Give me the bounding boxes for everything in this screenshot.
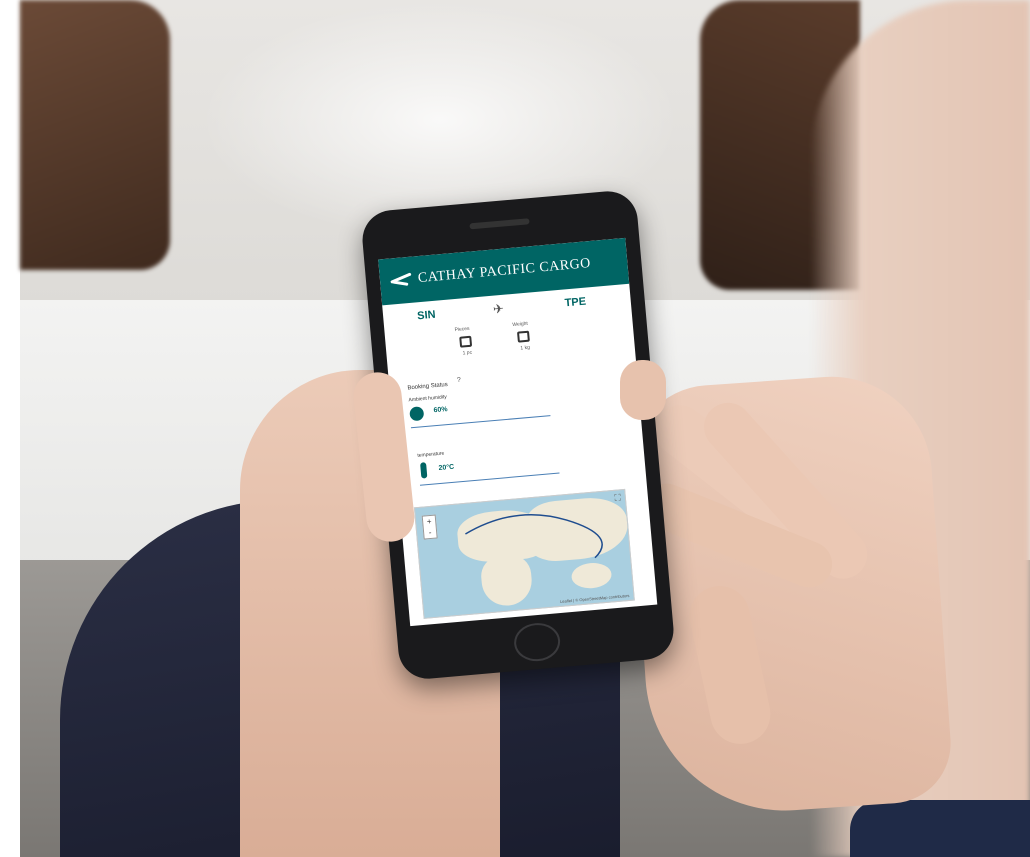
home-button[interactable] bbox=[512, 621, 562, 664]
zoom-in-button[interactable]: + bbox=[426, 517, 431, 526]
app-title: CATHAY PACIFIC CARGO bbox=[417, 256, 592, 287]
zoom-out-button[interactable]: - bbox=[428, 528, 431, 537]
photo-scene: CATHAY PACIFIC CARGO SIN ✈ TPE Pieces We… bbox=[0, 0, 1030, 857]
white-border bbox=[0, 0, 20, 857]
humidity-chart-line bbox=[410, 415, 551, 429]
info-icon[interactable]: ? bbox=[457, 377, 462, 384]
temperature-label: temperature bbox=[417, 450, 445, 459]
weight-value: 1 kg bbox=[520, 344, 531, 352]
phone-speaker bbox=[469, 218, 530, 230]
weight-label: Weight bbox=[512, 320, 529, 329]
map-zoom-control[interactable]: + - bbox=[421, 514, 438, 540]
brushwing-logo-icon bbox=[390, 274, 413, 288]
humidity-label: Ambient humidity bbox=[408, 394, 448, 404]
airplane-icon: ✈ bbox=[492, 300, 505, 317]
leather-chair-left bbox=[20, 0, 170, 270]
temperature-chart-line bbox=[419, 472, 560, 486]
box-icon bbox=[459, 335, 473, 348]
smartphone: CATHAY PACIFIC CARGO SIN ✈ TPE Pieces We… bbox=[360, 188, 676, 682]
pieces-value: 1 pc bbox=[462, 349, 473, 357]
booking-status-label: Booking Status bbox=[407, 381, 448, 392]
thermometer-icon bbox=[420, 462, 428, 479]
humidity-icon bbox=[409, 406, 425, 422]
pieces-label: Pieces bbox=[454, 325, 470, 334]
left-finger bbox=[620, 360, 666, 420]
fullscreen-icon[interactable]: ⛶ bbox=[614, 492, 621, 504]
route-map[interactable]: + - ⛶ Leaflet | © OpenStreetMap contribu… bbox=[413, 488, 635, 619]
temperature-value: 20°C bbox=[438, 463, 455, 473]
destination-code: TPE bbox=[564, 295, 587, 310]
box-icon bbox=[516, 330, 530, 343]
humidity-value: 60% bbox=[433, 406, 448, 415]
origin-code: SIN bbox=[416, 308, 437, 323]
person-sleeve bbox=[850, 800, 1030, 857]
phone-screen[interactable]: CATHAY PACIFIC CARGO SIN ✈ TPE Pieces We… bbox=[378, 237, 658, 627]
